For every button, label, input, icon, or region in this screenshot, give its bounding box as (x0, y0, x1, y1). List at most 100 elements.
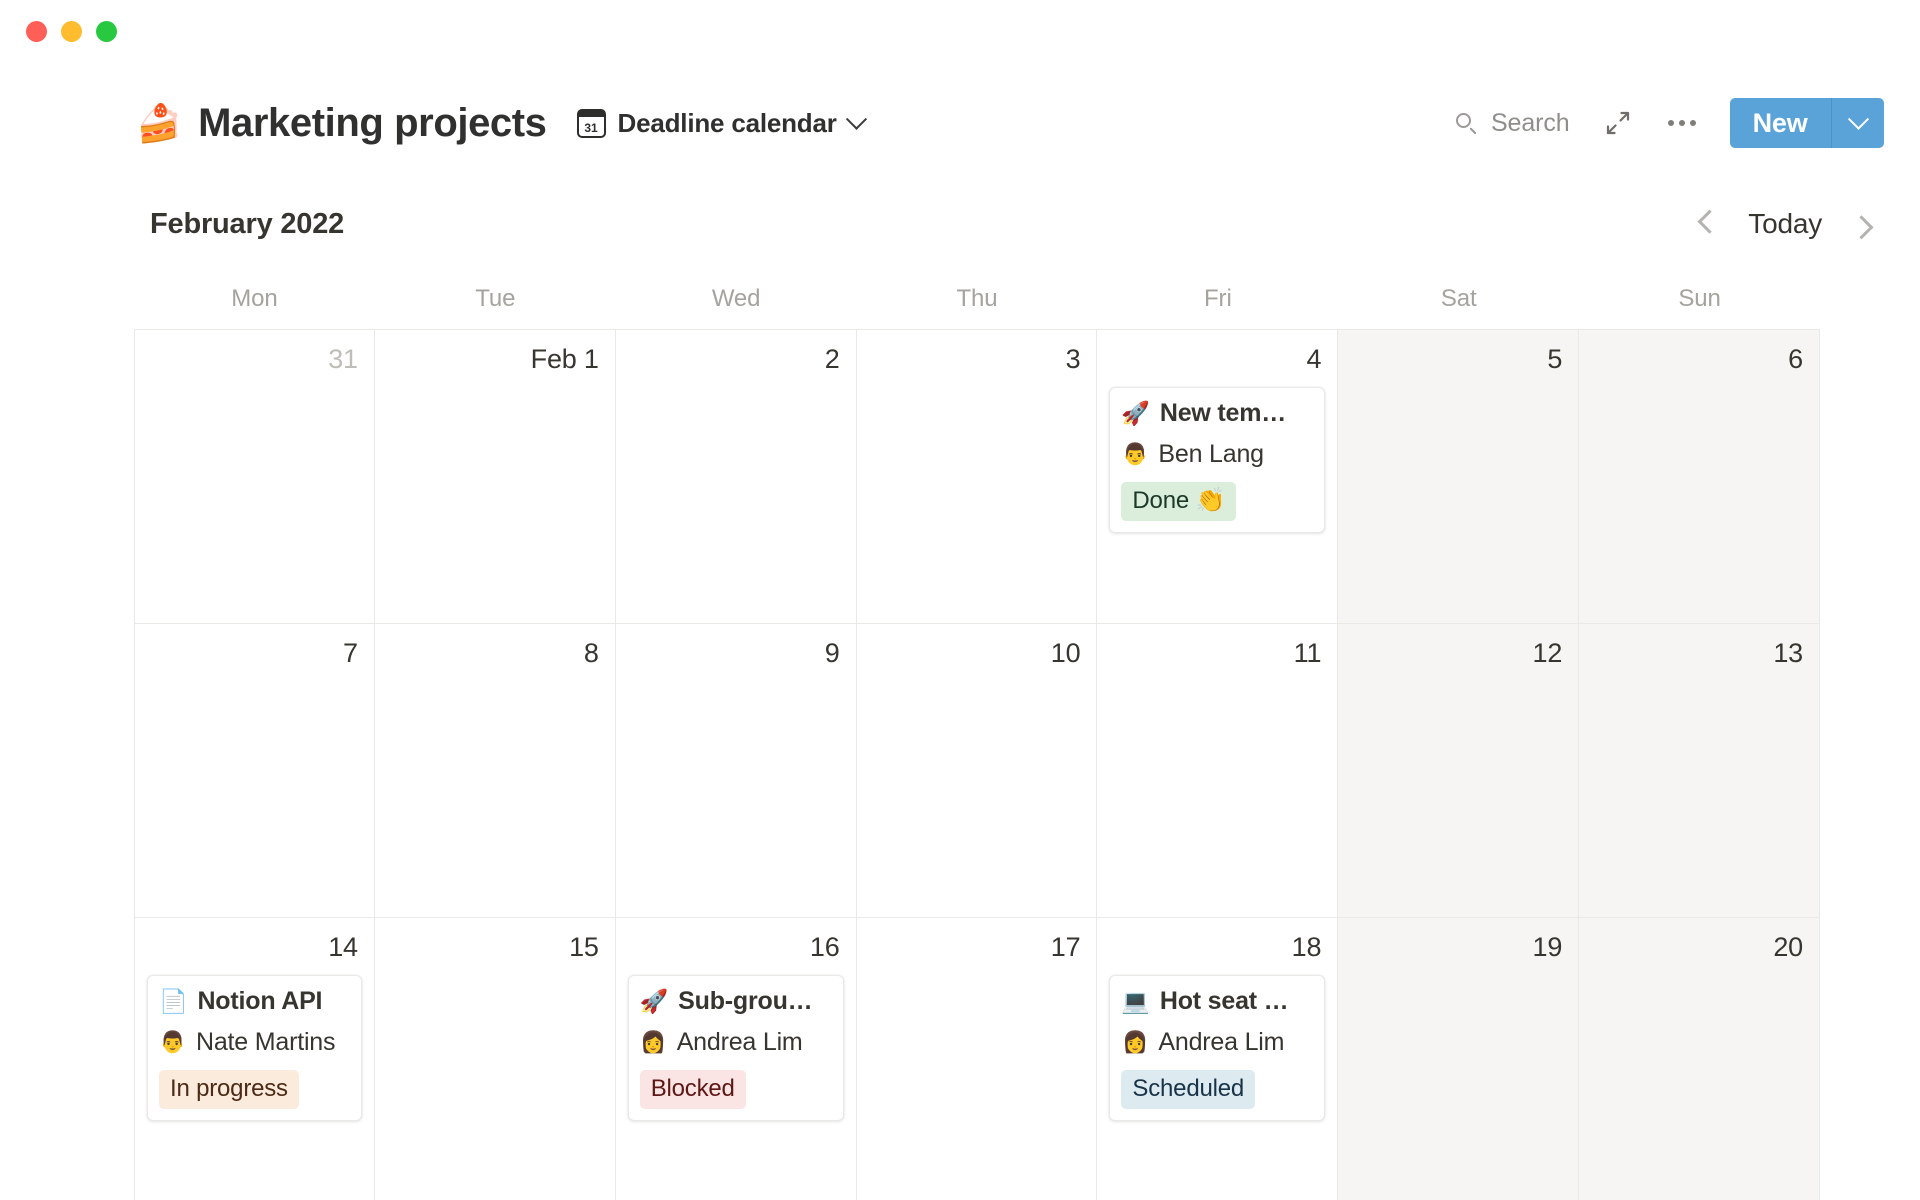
calendar-day-cell[interactable]: 6 (1579, 330, 1820, 624)
weekday-label-sun: Sun (1678, 284, 1721, 312)
calendar-nav: Today (1686, 201, 1884, 247)
day-number: 13 (1773, 638, 1803, 668)
event-card[interactable]: 🚀 Sub-grou… 👩 Andrea Lim Blocked (627, 975, 844, 1121)
app-window: 🍰 Marketing projects 31 Deadline calenda… (0, 0, 1920, 1200)
day-number: 5 (1547, 344, 1563, 374)
cake-icon: 🍰 (136, 102, 183, 144)
chevron-down-icon (1847, 108, 1869, 130)
status-badge: In progress (159, 1069, 299, 1109)
chevron-down-icon (845, 108, 867, 130)
page-header: 🍰 Marketing projects 31 Deadline calenda… (0, 82, 1920, 164)
day-number: 20 (1773, 932, 1803, 962)
calendar-day-cell[interactable]: 9 (615, 624, 857, 918)
calendar-day-cell[interactable]: 31 (134, 330, 375, 624)
day-number: 3 (1065, 344, 1081, 374)
event-emoji-icon: 🚀 (639, 988, 669, 1015)
calendar-day-cell[interactable]: 13 (1579, 624, 1820, 918)
calendar-grid: 31 Feb 1 2 3 4 🚀 New tem… 👨 Ben Lang Done 👏 5 6 7 8 9 1… (134, 330, 1820, 1200)
event-card[interactable]: 💻 Hot seat … 👩 Andrea Lim Scheduled (1109, 975, 1326, 1121)
assignee-name: Andrea Lim (676, 1027, 803, 1056)
assignee-name: Andrea Lim (1158, 1027, 1285, 1056)
status-badge: Done 👏 (1121, 481, 1237, 521)
page-title: Marketing projects (198, 100, 547, 145)
previous-month-button[interactable] (1686, 201, 1732, 247)
event-title: New tem… (1159, 399, 1287, 427)
month-label: February 2022 (150, 207, 345, 240)
event-emoji-icon: 🚀 (1121, 400, 1150, 427)
more-options-button[interactable] (1656, 97, 1708, 149)
ellipsis-icon (1667, 120, 1696, 126)
day-number: 11 (1293, 638, 1322, 668)
today-button[interactable]: Today (1736, 208, 1834, 240)
maximize-window-button[interactable] (96, 20, 117, 42)
calendar-day-cell[interactable]: 2 (615, 330, 857, 624)
next-month-button[interactable] (1838, 201, 1884, 247)
event-title: Notion API (197, 987, 323, 1015)
day-number: 19 (1532, 932, 1563, 962)
view-selector[interactable]: 31 Deadline calendar (576, 107, 867, 139)
new-button-dropdown[interactable] (1832, 98, 1884, 148)
event-card[interactable]: 📄 Notion API 👨 Nate Martins In progress (147, 975, 362, 1121)
header-actions: Search New (1445, 97, 1884, 149)
calendar-day-cell[interactable]: 20 (1579, 918, 1820, 1200)
event-title: Sub-grou… (678, 987, 813, 1015)
traffic-light-group (26, 20, 117, 42)
close-window-button[interactable] (26, 20, 47, 42)
window-titlebar (0, 0, 1920, 62)
calendar-day-cell[interactable]: 18 💻 Hot seat … 👩 Andrea Lim Scheduled (1097, 918, 1339, 1200)
avatar: 👨 (159, 1031, 186, 1055)
calendar-day-cell[interactable]: 14 📄 Notion API 👨 Nate Martins In progress (134, 918, 375, 1200)
new-button[interactable]: New (1729, 98, 1831, 148)
status-badge: Blocked (639, 1069, 746, 1109)
avatar: 👩 (1121, 1031, 1148, 1055)
calendar-day-cell[interactable]: 4 🚀 New tem… 👨 Ben Lang Done 👏 (1097, 330, 1339, 624)
day-events: 🚀 Sub-grou… 👩 Andrea Lim Blocked (627, 975, 844, 1121)
day-number: 4 (1306, 344, 1322, 374)
calendar-toolbar: February 2022 Today (0, 192, 1920, 256)
weekday-label-thu: Thu (956, 284, 998, 312)
weekday-header-row: Mon Tue Wed Thu Fri Sat Sun (134, 268, 1820, 330)
day-events: 🚀 New tem… 👨 Ben Lang Done 👏 (1109, 387, 1326, 533)
event-assignee-row: 👩 Andrea Lim (640, 1026, 832, 1060)
search-icon (1455, 112, 1478, 135)
calendar-day-cell[interactable]: 8 (374, 624, 616, 918)
event-assignee-row: 👩 Andrea Lim (1121, 1026, 1313, 1060)
calendar-day-cell[interactable]: 11 (1097, 624, 1339, 918)
event-assignee-row: 👨 Nate Martins (159, 1026, 350, 1060)
calendar-day-cell[interactable]: 17 (856, 918, 1098, 1200)
day-number: 8 (583, 638, 599, 668)
day-number: 14 (328, 932, 358, 962)
calendar-day-cell[interactable]: 15 (374, 918, 616, 1200)
page-title-group: 🍰 Marketing projects (136, 101, 547, 146)
calendar-day-cell[interactable]: 16 🚀 Sub-grou… 👩 Andrea Lim Blocked (615, 918, 857, 1200)
calendar-day-cell[interactable]: 7 (134, 624, 375, 918)
day-events: 📄 Notion API 👨 Nate Martins In progress (147, 975, 362, 1121)
day-number: 16 (809, 932, 840, 962)
calendar-day-cell[interactable]: 5 (1338, 330, 1580, 624)
day-number: Feb 1 (530, 344, 599, 374)
calendar-day-cell[interactable]: 19 (1338, 918, 1580, 1200)
chevron-right-icon (1848, 214, 1874, 239)
weekday-label-sat: Sat (1440, 284, 1477, 312)
status-badge: Scheduled (1121, 1069, 1256, 1109)
event-assignee-row: 👨 Ben Lang (1121, 438, 1313, 472)
day-number: 2 (824, 344, 840, 374)
day-events: 💻 Hot seat … 👩 Andrea Lim Scheduled (1109, 975, 1326, 1121)
calendar-day-cell[interactable]: 10 (856, 624, 1098, 918)
new-button-group: New (1729, 98, 1884, 148)
weekday-label-fri: Fri (1204, 284, 1232, 312)
calendar-day-cell[interactable]: 12 (1338, 624, 1580, 918)
expand-button[interactable] (1592, 97, 1644, 149)
avatar: 👨 (1121, 443, 1148, 467)
weekday-label-mon: Mon (231, 284, 278, 312)
search-button[interactable]: Search (1445, 103, 1580, 144)
calendar-day-cell[interactable]: Feb 1 (374, 330, 616, 624)
minimize-window-button[interactable] (61, 20, 82, 42)
event-title: Hot seat … (1159, 987, 1289, 1015)
day-number: 31 (328, 344, 358, 374)
calendar-day-cell[interactable]: 3 (856, 330, 1098, 624)
event-card[interactable]: 🚀 New tem… 👨 Ben Lang Done 👏 (1109, 387, 1326, 533)
view-name-label: Deadline calendar (617, 107, 837, 138)
calendar-icon: 31 (576, 108, 606, 138)
weekday-label-tue: Tue (475, 284, 516, 312)
